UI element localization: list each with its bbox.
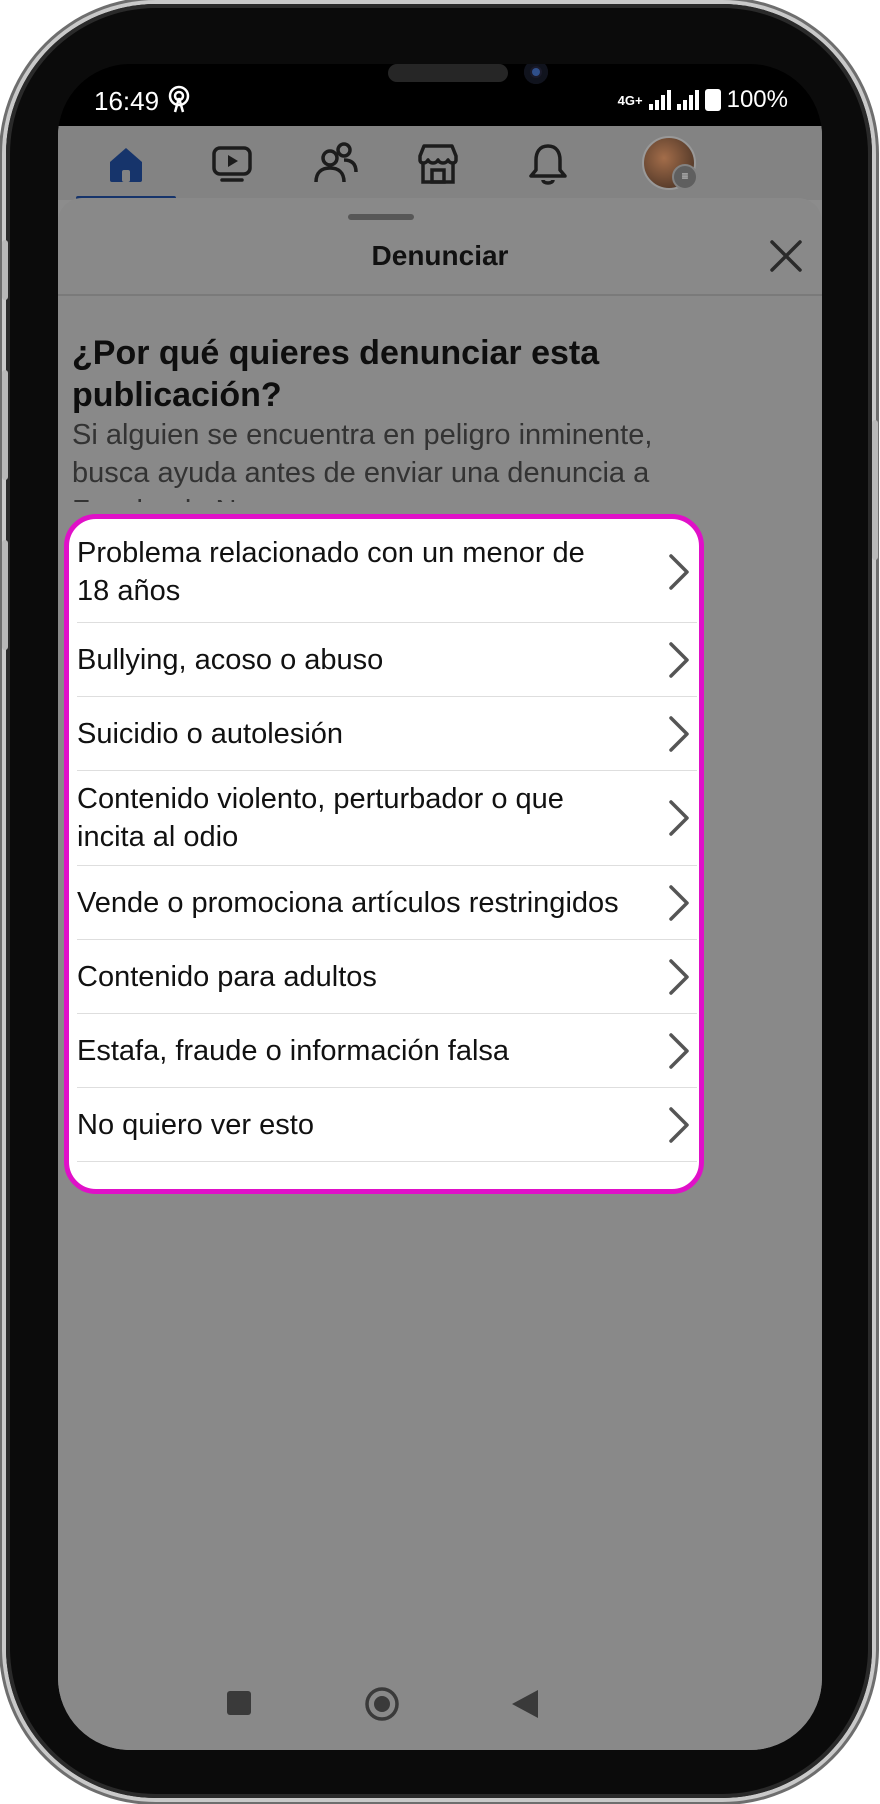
bell-icon[interactable] bbox=[524, 140, 572, 188]
report-option-label: Contenido violento, perturbador o que in… bbox=[77, 783, 564, 853]
video-icon[interactable] bbox=[208, 140, 256, 188]
report-subtext: Si alguien se encuentra en peligro inmin… bbox=[72, 419, 653, 502]
home-icon[interactable] bbox=[102, 140, 150, 188]
sheet-title: Denunciar bbox=[371, 240, 509, 271]
report-option-label: Problema relacionado con un menor de 18 … bbox=[77, 536, 585, 607]
report-question: ¿Por qué quieres denunciar esta publicac… bbox=[72, 334, 600, 414]
chevron-right-icon bbox=[669, 1106, 689, 1143]
report-option[interactable]: Bullying, acoso o abuso bbox=[77, 623, 697, 697]
side-button bbox=[2, 370, 8, 480]
report-options-list: Problema relacionado con un menor de 18 … bbox=[64, 514, 704, 1194]
home-button-icon[interactable] bbox=[364, 1686, 400, 1722]
report-option-label: Bullying, acoso o abuso bbox=[77, 643, 384, 676]
chevron-right-icon bbox=[669, 958, 689, 995]
report-sheet: Denunciar ¿Por qué quieres denunciar est… bbox=[58, 198, 822, 1750]
menu-icon[interactable]: ≡ bbox=[672, 164, 698, 190]
status-bar: 16:49 4G+ 100% bbox=[58, 64, 822, 128]
report-option-label: Suicidio o autolesión bbox=[77, 717, 344, 750]
back-icon[interactable] bbox=[510, 1688, 540, 1720]
phone-screen: 16:49 4G+ 100% ≡ Denunciar ¿Por qué quie… bbox=[58, 64, 822, 1750]
report-option-label: Contenido para adultos bbox=[77, 960, 377, 993]
report-option-label: No quiero ver esto bbox=[77, 1108, 314, 1141]
hotspot-icon bbox=[168, 85, 190, 113]
recents-icon[interactable] bbox=[226, 1690, 252, 1716]
report-option-label: Estafa, fraude o información falsa bbox=[77, 1034, 510, 1067]
side-button bbox=[2, 240, 8, 300]
chevron-right-icon bbox=[669, 641, 689, 678]
network-label: 4G+ bbox=[617, 92, 643, 108]
report-option[interactable]: Suicidio o autolesión bbox=[77, 697, 697, 771]
facebook-app: ≡ Denunciar ¿Por qué quieres denunciar e… bbox=[58, 126, 822, 1750]
chevron-right-icon bbox=[669, 884, 689, 921]
report-option[interactable]: Estafa, fraude o información falsa bbox=[77, 1014, 697, 1088]
divider bbox=[58, 294, 822, 296]
report-option[interactable]: Contenido violento, perturbador o que in… bbox=[77, 771, 697, 866]
battery-icon bbox=[704, 89, 721, 111]
chevron-right-icon bbox=[669, 1032, 689, 1069]
close-icon[interactable] bbox=[766, 236, 806, 276]
side-button bbox=[872, 420, 878, 560]
marketplace-icon[interactable] bbox=[414, 140, 462, 188]
signal-icon bbox=[648, 90, 671, 110]
chevron-right-icon bbox=[669, 553, 689, 590]
report-option[interactable]: Vende o promociona artículos restringido… bbox=[77, 866, 697, 940]
system-nav-bar bbox=[58, 1660, 822, 1750]
chevron-right-icon bbox=[669, 800, 689, 836]
chevron-right-icon bbox=[669, 715, 689, 752]
report-option-label: Vende o promociona artículos restringido… bbox=[77, 886, 619, 919]
report-option[interactable]: Contenido para adultos bbox=[77, 940, 697, 1014]
report-option[interactable]: No quiero ver esto bbox=[77, 1088, 697, 1162]
top-nav-bar: ≡ bbox=[58, 126, 822, 200]
signal-icon bbox=[676, 90, 699, 110]
status-indicators: 4G+ 100% bbox=[618, 86, 788, 114]
side-button bbox=[2, 540, 8, 650]
status-time: 16:49 bbox=[94, 86, 160, 116]
report-option[interactable]: Problema relacionado con un menor de 18 … bbox=[77, 521, 697, 623]
drag-handle[interactable] bbox=[348, 214, 414, 220]
friends-icon[interactable] bbox=[312, 140, 360, 188]
battery-level: 100% bbox=[726, 86, 788, 113]
